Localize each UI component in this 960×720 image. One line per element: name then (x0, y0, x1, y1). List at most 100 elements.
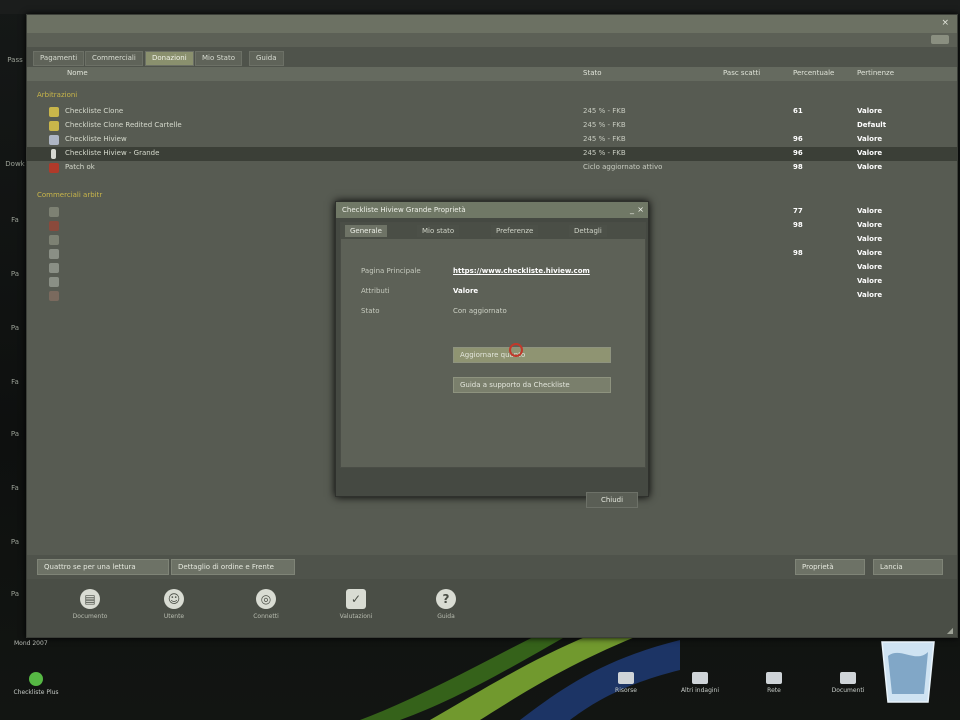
properties-button[interactable]: Proprietà (795, 559, 865, 575)
dialog-titlebar[interactable]: Checkliste Hiview Grande Proprietà _ × (336, 202, 648, 218)
tab-pagamenti[interactable]: Pagamenti (33, 51, 85, 66)
item-percent: 96 (793, 135, 803, 143)
info-icon (51, 149, 56, 159)
toggle-switch[interactable] (931, 35, 949, 44)
tab-guida[interactable]: Guida (249, 51, 284, 66)
launch-button[interactable]: Lancia (873, 559, 943, 575)
item-name: Checkliste Hiview (65, 135, 127, 143)
item-name: Checkliste Clone (65, 107, 124, 115)
tool-label: Guida (437, 613, 455, 620)
tab-mio-stato[interactable]: Mio Stato (195, 51, 242, 66)
desktop-side-label: Pa (10, 270, 20, 278)
details-button[interactable]: Dettaglio di ordine e Frente (171, 559, 295, 575)
column-header-pasc[interactable]: Pasc scatti (723, 69, 760, 77)
document-icon (49, 135, 59, 145)
taskbar-label: Documenti (831, 687, 865, 694)
computer-icon (618, 672, 634, 684)
item-status: Valore (857, 291, 883, 299)
item-icon (49, 221, 59, 231)
taskbar-time: Mond 2007 (14, 640, 48, 647)
taskbar-item-network[interactable]: Rete (748, 672, 800, 694)
resize-grip-icon[interactable]: ◢ (947, 626, 953, 635)
support-button[interactable]: Guida a supporto da Checkliste (453, 377, 611, 393)
item-size: 245 % - FKB (583, 135, 626, 143)
taskbar-label: Altri indagini (680, 687, 720, 694)
tool-ratings[interactable]: ✓ Valutazioni (331, 589, 381, 620)
dialog-tab-preferences[interactable]: Preferenze (491, 225, 539, 237)
desktop-side-label: Fa (11, 484, 19, 492)
window-titlebar[interactable]: × (27, 15, 957, 33)
item-status: Default (857, 121, 887, 129)
item-status: Valore (857, 263, 883, 271)
item-icon (49, 291, 59, 301)
item-percent: 98 (793, 249, 803, 257)
recycle-bin-icon[interactable] (876, 636, 940, 708)
group-header[interactable]: Commerciali arbitr (37, 191, 102, 199)
item-status: Valore (857, 163, 883, 171)
list-item-selected[interactable]: Checkliste Hiview - Grande 245 % - FKB 9… (27, 147, 957, 161)
tab-donazioni[interactable]: Donazioni (145, 51, 194, 66)
desktop-side-label: Pass (7, 56, 23, 64)
taskbar-app-checkliste[interactable]: Checkliste Plus (10, 672, 62, 696)
patch-icon (49, 163, 59, 173)
item-percent: 98 (793, 163, 803, 171)
bottom-toolbar: ▤ Documento ☺ Utente ◎ Connetti ✓ Valuta… (27, 579, 957, 637)
item-percent: 98 (793, 221, 803, 229)
column-header-percent[interactable]: Percentuale (793, 69, 834, 77)
tool-help[interactable]: ? Guida (421, 589, 471, 620)
read-button[interactable]: Quattro se per una lettura (37, 559, 169, 575)
item-icon (49, 249, 59, 259)
desktop-side-label: Fa (11, 216, 19, 224)
bottom-button-bar: Quattro se per una lettura Dettaglio di … (27, 555, 957, 579)
desktop-side-label: Dowk (5, 160, 25, 168)
field-label-status: Stato (361, 307, 380, 315)
dialog-tabs: Generale Mio stato Preferenze Dettagli (341, 223, 645, 239)
item-percent: 96 (793, 149, 803, 157)
dialog-tab-details[interactable]: Dettagli (569, 225, 607, 237)
list-item[interactable]: Checkliste Hiview 245 % - FKB 96 Valore (27, 133, 957, 147)
taskbar-label: Checkliste Plus (13, 689, 59, 696)
tool-user[interactable]: ☺ Utente (149, 589, 199, 620)
update-button[interactable]: Aggiornare quanto (453, 347, 611, 363)
tab-commerciali[interactable]: Commerciali (85, 51, 143, 66)
item-status: Valore (857, 221, 883, 229)
list-item[interactable]: Checkliste Clone 245 % - FKB 61 Valore (27, 105, 957, 119)
tool-document[interactable]: ▤ Documento (65, 589, 115, 620)
chat-icon (29, 672, 43, 686)
desktop-side-label: Pa (10, 538, 20, 546)
desktop-side-label: Pa (10, 324, 20, 332)
properties-dialog: Checkliste Hiview Grande Proprietà _ × G… (335, 201, 649, 508)
close-icon[interactable]: × (941, 18, 949, 28)
minimize-icon[interactable]: _ (630, 205, 634, 214)
item-status: Valore (857, 107, 883, 115)
help-icon: ? (436, 589, 456, 609)
item-name: Patch ok (65, 163, 95, 171)
homepage-link[interactable]: https://www.checkliste.hiview.com (453, 267, 590, 275)
folder-icon (49, 121, 59, 131)
dialog-close-button[interactable]: Chiudi (586, 492, 638, 508)
list-item[interactable]: Patch ok Ciclo aggiornato attivo 98 Valo… (27, 161, 957, 175)
taskbar-label: Risorse (615, 687, 637, 694)
main-tabs: Pagamenti Commerciali Donazioni Mio Stat… (27, 47, 957, 67)
column-header-name[interactable]: Nome (67, 69, 88, 77)
dialog-tab-general[interactable]: Generale (345, 225, 387, 237)
group-header[interactable]: Arbitrazioni (37, 91, 77, 99)
item-status: Valore (857, 149, 883, 157)
taskbar-item-resources[interactable]: Risorse (600, 672, 652, 694)
globe-icon: ◎ (256, 589, 276, 609)
item-size: 245 % - FKB (583, 121, 626, 129)
taskbar-item-other[interactable]: Altri indagini (674, 672, 726, 694)
item-name: Checkliste Hiview - Grande (65, 149, 160, 157)
column-header-pertinenze[interactable]: Pertinenze (857, 69, 894, 77)
tool-connect[interactable]: ◎ Connetti (241, 589, 291, 620)
dialog-tab-status[interactable]: Mio stato (417, 225, 460, 237)
list-item[interactable]: Checkliste Clone Redited Cartelle 245 % … (27, 119, 957, 133)
item-percent: 77 (793, 207, 803, 215)
close-icon[interactable]: × (637, 205, 644, 214)
column-header-status[interactable]: Stato (583, 69, 602, 77)
taskbar-item-documents[interactable]: Documenti (822, 672, 874, 694)
field-label-homepage: Pagina Principale (361, 267, 421, 275)
item-status: Valore (857, 135, 883, 143)
tool-label: Documento (72, 613, 108, 620)
field-value-status: Con aggiornato (453, 307, 507, 315)
